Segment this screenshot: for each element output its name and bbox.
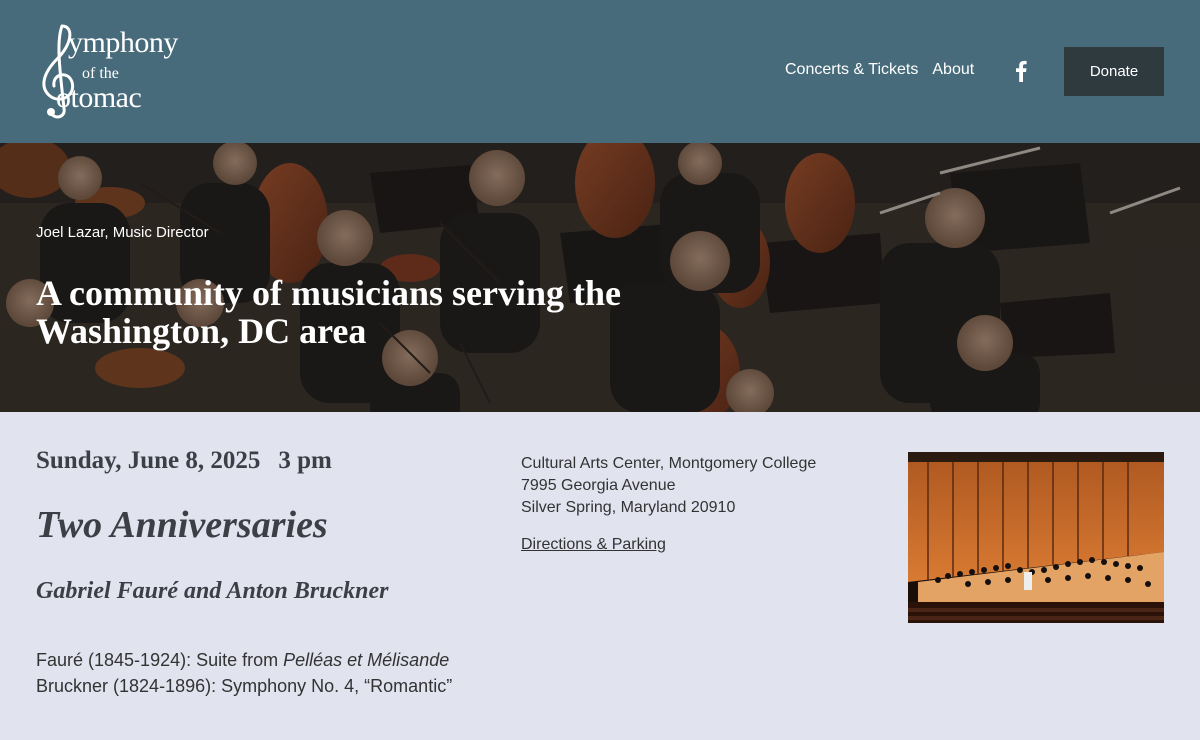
hero-banner: Joel Lazar, Music Director A community o…	[0, 143, 1200, 412]
concert-date-time: Sunday, June 8, 2025 3 pm	[36, 447, 332, 475]
directions-parking-link[interactable]: Directions & Parking	[521, 536, 666, 554]
concert-hall-photo	[908, 452, 1164, 623]
concert-time: 3 pm	[278, 447, 332, 474]
program-item-composer: Fauré (1845-1924): Suite from	[36, 650, 284, 670]
venue-address: Cultural Arts Center, Montgomery College…	[521, 453, 816, 519]
venue-street: 7995 Georgia Avenue	[521, 477, 676, 494]
concert-composers: Gabriel Fauré and Anton Bruckner	[36, 578, 389, 604]
program-item-composer: Bruckner (1824-1896): Symphony No. 4,	[36, 676, 365, 696]
donate-button[interactable]: Donate	[1064, 47, 1164, 96]
main-nav: Concerts & Tickets About	[785, 61, 974, 79]
site-logo[interactable]: ymphony of the otomac	[36, 22, 196, 122]
concert-title: Two Anniversaries	[36, 504, 328, 546]
program-item-work: “Romantic”	[364, 676, 453, 696]
logo-text-potomac: otomac	[56, 81, 142, 114]
music-director-label: Joel Lazar, Music Director	[36, 224, 209, 241]
program-item: Fauré (1845-1924): Suite from Pelléas et…	[36, 647, 456, 673]
site-header: ymphony of the otomac Concerts & Tickets…	[0, 0, 1200, 143]
venue-city: Silver Spring, Maryland 20910	[521, 499, 736, 516]
venue-name: Cultural Arts Center, Montgomery College	[521, 455, 817, 472]
hero-title: A community of musicians serving the Was…	[36, 273, 621, 351]
program-item: Bruckner (1824-1896): Symphony No. 4, “R…	[36, 673, 456, 699]
nav-about[interactable]: About	[932, 61, 974, 79]
nav-concerts-tickets[interactable]: Concerts & Tickets	[785, 61, 918, 79]
concert-program: Fauré (1845-1924): Suite from Pelléas et…	[36, 647, 456, 699]
logo-text-symphony: ymphony	[68, 26, 178, 59]
facebook-icon[interactable]	[1013, 60, 1029, 82]
program-item-work: Pelléas et Mélisande	[283, 650, 450, 670]
concert-date: Sunday, June 8, 2025	[36, 447, 261, 474]
